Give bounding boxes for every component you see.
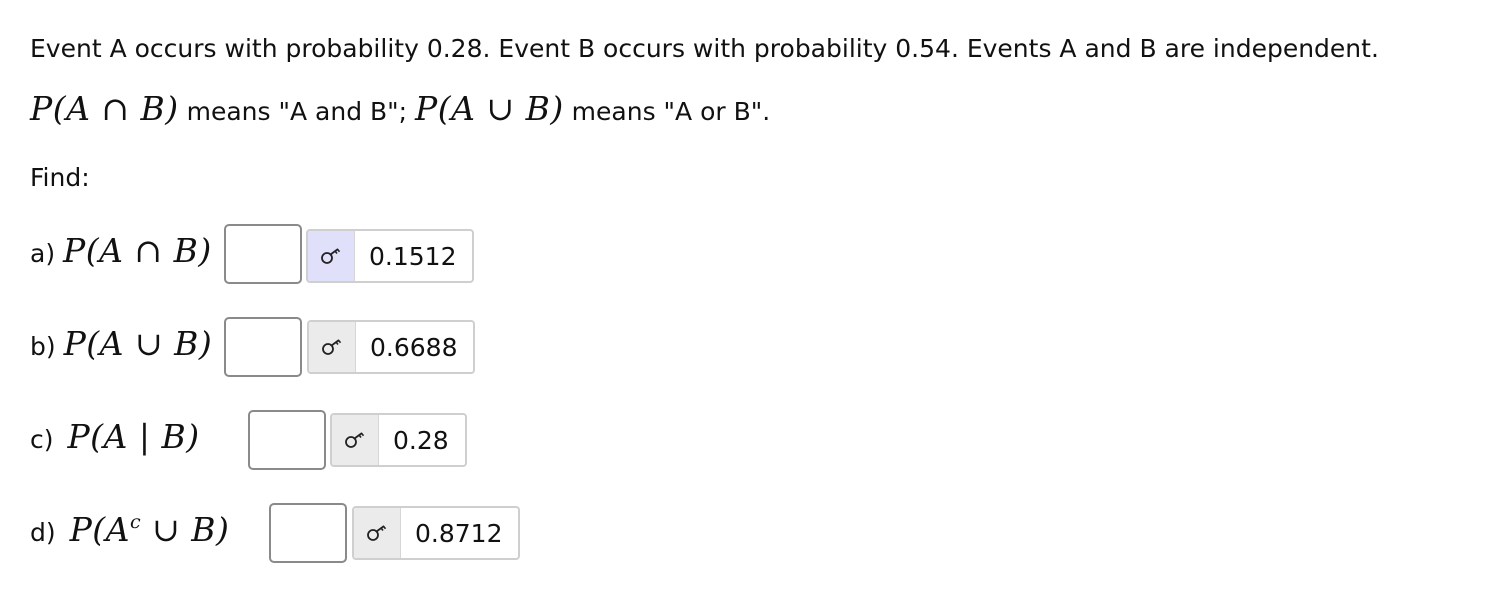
problem-statement: Event A occurs with probability 0.28. Ev… <box>30 36 1379 61</box>
key-icon <box>321 248 341 264</box>
question-b: b) P(A ∪ B) 0.6688 <box>30 317 490 377</box>
answer-key-value-a: 0.1512 <box>369 241 457 271</box>
question-a-label: a) P(A ∩ B) <box>30 234 212 267</box>
question-c: c) P(A | B) 0.28 <box>30 410 490 470</box>
notation-or-expr: P(A ∪ B) <box>415 89 564 128</box>
statement-suffix: . Events A and B are independent. <box>950 34 1379 63</box>
answer-key-b: 0.6688 <box>307 320 476 374</box>
question-c-label: c) P(A | B) <box>30 420 200 453</box>
probability-b: 0.54 <box>895 34 951 63</box>
key-icon <box>345 432 365 448</box>
question-d-expr-pre: P(A <box>69 510 130 549</box>
question-c-letter: c) <box>30 425 54 454</box>
answer-key-c: 0.28 <box>330 413 467 467</box>
question-b-label: b) P(A ∪ B) <box>30 327 212 360</box>
question-d-expr-post: ∪ B) <box>141 510 230 549</box>
find-label: Find: <box>30 163 90 192</box>
answer-input-b[interactable] <box>224 317 302 377</box>
answer-input-c[interactable] <box>248 410 326 470</box>
key-button-d[interactable] <box>354 508 401 558</box>
notation-and-text: means "A and B"; <box>178 97 416 126</box>
answer-input-a[interactable] <box>224 224 302 284</box>
answer-key-d: 0.8712 <box>352 506 521 560</box>
notation-line: P(A ∩ B) means "A and B"; P(A ∪ B) means… <box>30 92 770 125</box>
key-button-a[interactable] <box>308 231 355 281</box>
question-c-expression: P(A | B) <box>67 417 200 456</box>
answer-key-value-c: 0.28 <box>393 425 449 455</box>
question-a-letter: a) <box>30 239 56 268</box>
notation-or-text: means "A or B". <box>563 97 771 126</box>
question-d-label: d) P(Ac ∪ B) <box>30 510 230 549</box>
question-b-letter: b) <box>30 332 56 361</box>
key-button-c[interactable] <box>332 415 379 465</box>
question-d: d) P(Ac ∪ B) 0.8712 <box>30 503 521 563</box>
answer-key-value-b: 0.6688 <box>370 332 458 362</box>
question-d-expression: P(Ac ∪ B) <box>70 510 230 549</box>
answer-input-d[interactable] <box>269 503 347 563</box>
statement-prefix: Event A occurs with probability <box>30 34 427 63</box>
question-a-expression: P(A ∩ B) <box>63 231 212 270</box>
statement-mid: . Event B occurs with probability <box>482 34 896 63</box>
complement-superscript: c <box>130 511 142 533</box>
answer-key-a: 0.1512 <box>306 229 475 283</box>
key-icon <box>322 339 342 355</box>
key-icon <box>367 525 387 541</box>
probability-a: 0.28 <box>426 34 483 63</box>
answer-key-value-d: 0.8712 <box>415 518 503 548</box>
notation-and-expr: P(A ∩ B) <box>30 89 179 128</box>
question-d-letter: d) <box>30 518 56 547</box>
key-button-b[interactable] <box>309 322 356 372</box>
question-b-expression: P(A ∪ B) <box>63 324 213 363</box>
question-a: a) P(A ∩ B) 0.1512 <box>30 224 490 284</box>
